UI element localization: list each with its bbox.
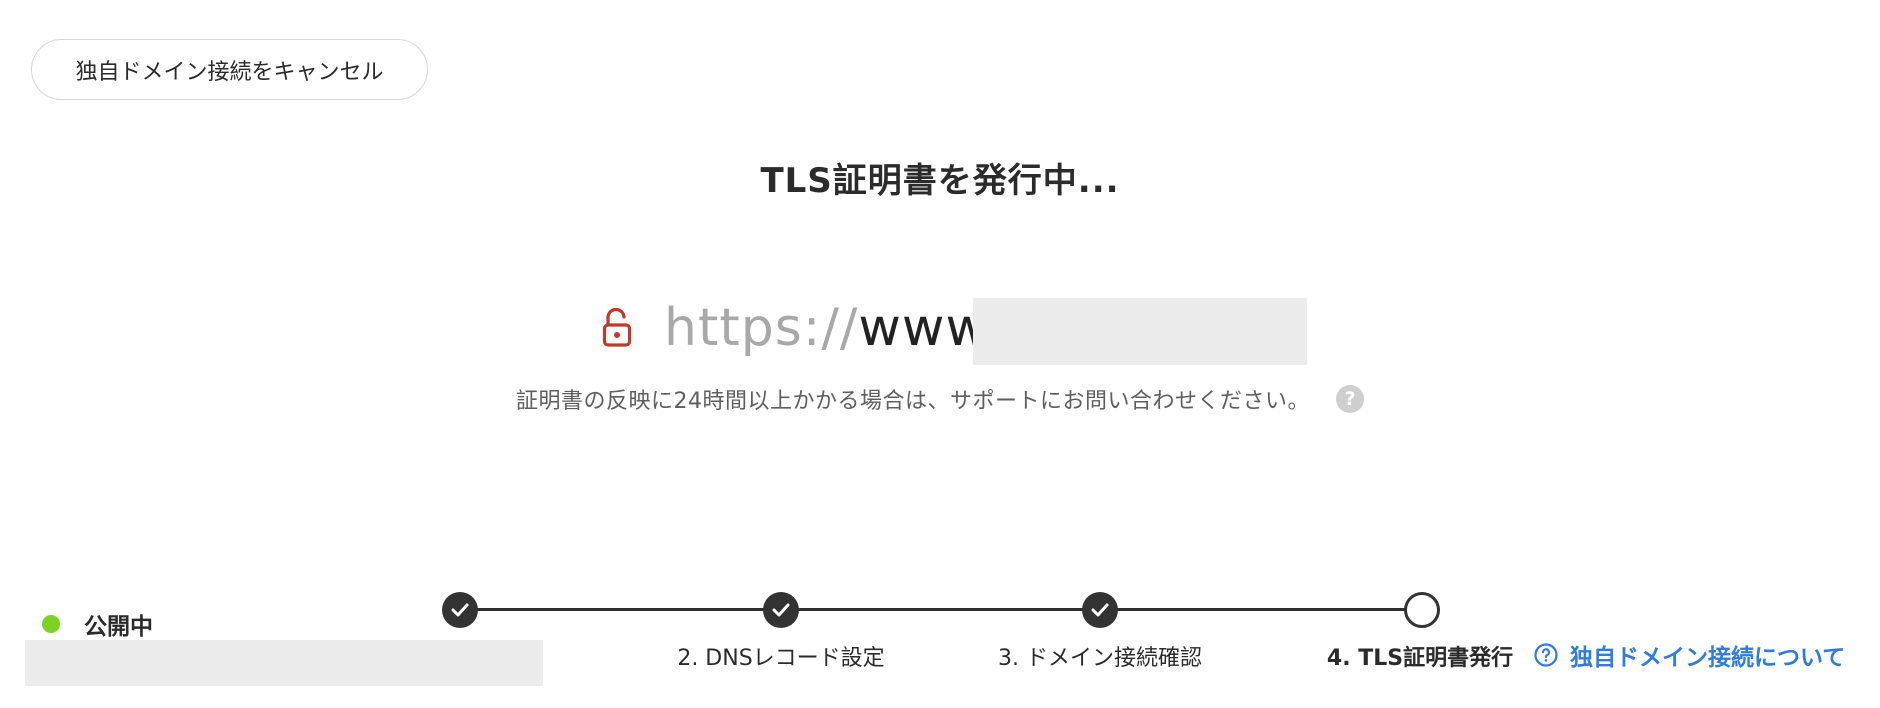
step-2-label: 2. DNSレコード設定 — [677, 646, 885, 671]
check-icon — [772, 603, 790, 617]
url-scheme: https:// — [664, 298, 859, 358]
check-icon — [1091, 603, 1109, 617]
about-custom-domain-link[interactable]: 独自ドメイン接続について — [1534, 638, 1845, 672]
question-circle-icon — [1534, 643, 1558, 667]
unlocked-padlock-icon — [600, 306, 634, 350]
domain-url-display: https://www. — [600, 292, 1002, 364]
support-note: 証明書の反映に24時間以上かかる場合は、サポートにお問い合わせください。 ? — [0, 383, 1880, 415]
step-4-node-current — [1404, 592, 1440, 628]
redacted-domain-mask — [973, 298, 1307, 365]
status-dot — [42, 615, 60, 633]
page: 独自ドメイン接続をキャンセル TLS証明書を発行中... https://www… — [0, 0, 1880, 708]
cancel-custom-domain-button[interactable]: 独自ドメイン接続をキャンセル — [31, 39, 428, 100]
step-2-node — [763, 592, 799, 628]
status-label: 公開中 — [84, 614, 153, 640]
page-title: TLS証明書を発行中... — [760, 161, 1120, 201]
about-link-label: 独自ドメイン接続について — [1570, 645, 1846, 671]
support-note-text: 証明書の反映に24時間以上かかる場合は、サポートにお問い合わせください。 — [516, 389, 1310, 414]
question-circle-icon[interactable]: ? — [1336, 385, 1364, 413]
publish-status: 公開中 — [42, 607, 153, 641]
stepper-connector-line — [460, 608, 1422, 611]
step-3-node — [1082, 592, 1118, 628]
redacted-site-domain-mask — [25, 640, 543, 686]
step-1-node — [442, 592, 478, 628]
check-icon — [451, 603, 469, 617]
step-4-label: 4. TLS証明書発行 — [1326, 646, 1514, 671]
step-3-label: 3. ドメイン接続確認 — [998, 646, 1202, 671]
